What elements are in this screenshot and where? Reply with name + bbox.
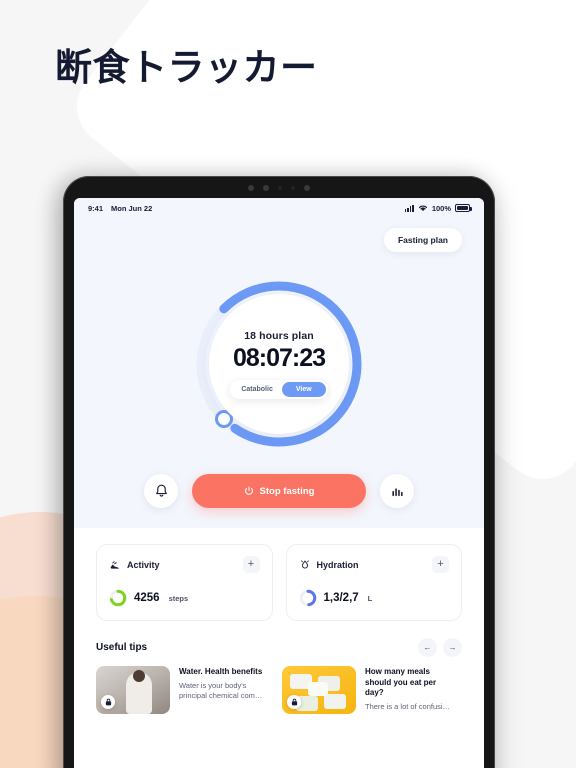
hydration-card-header: Hydration + [299,556,449,573]
status-bar-left: 9:41 Mon Jun 22 [88,204,152,213]
status-time: 9:41 [88,203,104,213]
sensor-dot-dim [278,186,282,190]
status-date: Mon Jun 22 [111,203,153,213]
fasting-section: Fasting plan 18 hours plan 08:07:23 Cata… [74,218,484,528]
fasting-timer: 08:07:23 [232,343,326,372]
notification-bell-button[interactable] [144,474,178,508]
tip-thumbnail [96,666,170,714]
stat-card-row: Activity + 4256 steps Hydration + 1,3/2,… [96,544,462,621]
hydration-unit: L [367,593,373,603]
battery-icon [455,204,472,212]
stop-fasting-button[interactable]: Stop fasting [192,474,366,508]
water-drop-icon [300,559,309,568]
statistics-button[interactable] [380,474,414,508]
tip-card[interactable]: Water. Health benefits Water is your bod… [96,666,268,714]
tips-prev-button[interactable]: ← [418,638,437,657]
lock-icon [287,695,301,709]
hydration-add-button[interactable]: + [432,556,449,573]
tip-title: Water. Health benefits [179,667,263,676]
tablet-screen: 9:41 Mon Jun 22 100% Fasting plan 18 hou… [74,198,484,768]
bell-icon [155,484,167,497]
wifi-icon [418,205,427,212]
power-icon [244,486,253,495]
hydration-value-row: 1,3/2,7 L [299,589,450,607]
screenshot-stage: 断食トラッカー 9:41 Mon Jun 22 100% Fasting pla… [0,0,576,768]
tablet-sensor-array [63,185,495,191]
useful-tips-header: Useful tips ← → [96,638,462,657]
activity-label: Activity [127,559,160,570]
hydration-card[interactable]: Hydration + 1,3/2,7 L [285,544,462,621]
activity-card-title: Activity [109,559,160,571]
sensor-dot [304,185,310,191]
camera-dot [248,185,254,191]
stop-fasting-label: Stop fasting [259,485,315,497]
tips-next-button[interactable]: → [443,638,462,657]
tip-thumbnail [282,666,356,714]
activity-value: 4256 [134,592,160,604]
signal-bars-icon [404,204,414,212]
sensor-dot-dim [291,186,295,190]
battery-percent-label: 100% [431,203,451,213]
activity-add-button[interactable]: + [242,556,260,573]
sensor-dot [263,185,269,191]
useful-tips-title: Useful tips [96,642,148,653]
phase-segmented-control[interactable]: Catabolic View [230,379,328,399]
lock-icon [101,695,115,709]
fasting-action-row: Stop fasting [74,474,484,508]
tablet-device-frame: 9:41 Mon Jun 22 100% Fasting plan 18 hou… [63,176,495,768]
status-bar-right: 100% [404,203,472,213]
tip-excerpt: There is a lot of confusi… [365,701,451,711]
activity-card[interactable]: Activity + 4256 steps [96,544,273,621]
activity-value-row: 4256 steps [109,589,260,607]
tip-text: How many meals should you eat per day? T… [365,666,454,714]
timer-face: 18 hours plan 08:07:23 Catabolic View [209,294,349,434]
dashboard-section: Activity + 4256 steps Hydration + 1,3/2,… [74,528,484,714]
activity-card-header: Activity + [109,556,260,573]
bar-chart-icon [391,487,403,496]
segment-catabolic[interactable]: Catabolic [232,382,282,397]
status-bar: 9:41 Mon Jun 22 100% [74,198,484,218]
fasting-plan-button[interactable]: Fasting plan [383,228,462,252]
hydration-progress-ring [299,589,316,607]
fasting-progress-ring[interactable]: 18 hours plan 08:07:23 Catabolic View [193,278,365,450]
tip-text: Water. Health benefits Water is your bod… [179,666,268,714]
tips-carousel[interactable]: Water. Health benefits Water is your bod… [96,666,462,714]
plan-label: 18 hours plan [244,329,314,342]
hydration-label: Hydration [316,559,359,570]
tips-navigation: ← → [418,638,462,657]
activity-progress-ring [109,589,127,607]
page-title: 断食トラッカー [55,47,318,88]
segment-view[interactable]: View [281,381,326,397]
tip-excerpt: Water is your body's principal chemical … [179,680,263,700]
tip-card[interactable]: How many meals should you eat per day? T… [282,666,454,714]
hydration-card-title: Hydration [299,559,359,571]
hydration-value: 1,3/2,7 [323,592,359,604]
tip-title: How many meals should you eat per day? [365,667,437,698]
shoe-icon [110,560,119,569]
activity-unit: steps [168,593,189,603]
